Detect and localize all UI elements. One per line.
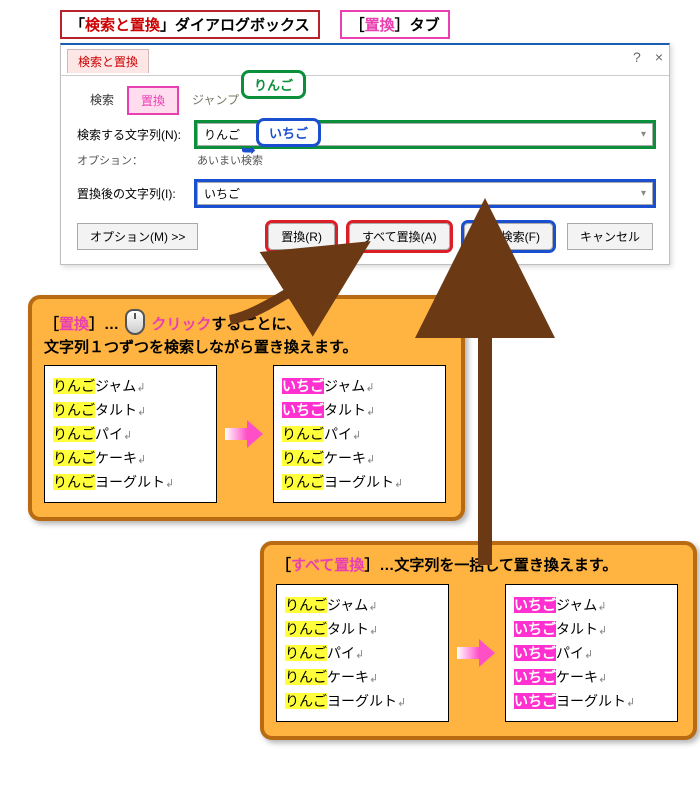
mouse-icon bbox=[125, 309, 145, 335]
options-button[interactable]: オプション(M) >> bbox=[77, 223, 198, 250]
callout-find-value: りんご bbox=[241, 70, 306, 99]
dialog-tabs: 検索 置換 ジャンプ bbox=[77, 86, 653, 115]
replace-button[interactable]: 置換(R) bbox=[268, 223, 335, 250]
cancel-button[interactable]: キャンセル bbox=[567, 223, 653, 250]
dialog-title: 検索と置換 bbox=[67, 49, 149, 73]
arrow-to-replace-all bbox=[445, 270, 525, 570]
replace-all-button[interactable]: すべて置換(A) bbox=[349, 223, 450, 250]
panel-replace-all-explain: ［すべて置換］…文字列を一括して置き換えます。 りんごジャム↲ りんごタルト↲ … bbox=[260, 541, 697, 740]
panel-replace-explain: ［置換］… クリックするごとに、 文字列１つずつを検索しながら置き換えます。 り… bbox=[28, 295, 465, 521]
before-list: りんごジャム↲ りんごタルト↲ りんごパイ↲ りんごケーキ↲ りんごヨーグルト↲ bbox=[44, 365, 217, 503]
curve-arrow-icon: ➥ bbox=[241, 140, 256, 161]
arrow-icon bbox=[225, 420, 265, 448]
caption-replace-tab: ［置換］タブ bbox=[340, 10, 450, 39]
before-list: りんごジャム↲ りんごタルト↲ りんごパイ↲ りんごケーキ↲ りんごヨーグルト↲ bbox=[276, 584, 449, 722]
find-next-button[interactable]: 次を検索(F) bbox=[464, 223, 553, 250]
after-list-full: いちごジャム↲ いちごタルト↲ いちごパイ↲ いちごケーキ↲ いちごヨーグルト↲ bbox=[505, 584, 678, 722]
arrow-to-replace bbox=[225, 265, 335, 325]
replace-input[interactable]: いちご ▾ bbox=[197, 182, 653, 205]
tab-search[interactable]: 検索 bbox=[77, 86, 127, 115]
after-list-partial: いちごジャム↲ いちごタルト↲ りんごパイ↲ りんごケーキ↲ りんごヨーグルト↲ bbox=[273, 365, 446, 503]
tab-replace[interactable]: 置換 bbox=[127, 86, 179, 115]
find-replace-dialog: 検索と置換 ? × りんご いちご ➥ 検索 置換 ジャンプ 検索する文字列(N… bbox=[60, 43, 670, 265]
caption-dialog-box: 「検索と置換」ダイアログボックス bbox=[60, 10, 320, 39]
find-label: 検索する文字列(N): bbox=[77, 126, 197, 143]
help-icon[interactable]: ? bbox=[633, 49, 641, 65]
chevron-down-icon[interactable]: ▾ bbox=[641, 129, 646, 140]
close-icon[interactable]: × bbox=[655, 49, 663, 65]
options-row: オプション：あいまい検索 bbox=[77, 152, 653, 168]
chevron-down-icon[interactable]: ▾ bbox=[641, 188, 646, 199]
callout-replace-value: いちご bbox=[256, 118, 321, 147]
replace-label: 置換後の文字列(I): bbox=[77, 185, 197, 202]
arrow-icon bbox=[457, 639, 497, 667]
